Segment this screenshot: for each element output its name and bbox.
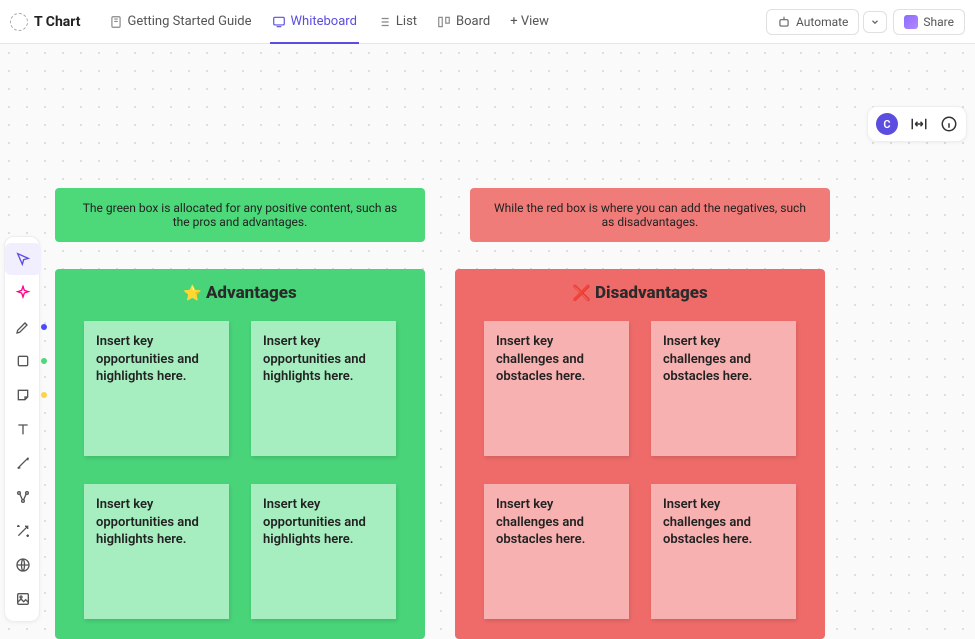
banner-negative-text: While the red box is where you can add t… [488, 201, 812, 229]
image-tool[interactable] [5, 583, 41, 615]
tab-board[interactable]: Board [427, 0, 500, 44]
tab-list[interactable]: List [367, 0, 427, 44]
connector-tool[interactable] [5, 447, 41, 479]
color-dot-green [41, 358, 47, 364]
banner-positive-text: The green box is allocated for any posit… [73, 201, 407, 229]
add-view-button[interactable]: + View [500, 0, 559, 44]
note-text: Insert key challenges and obstacles here… [663, 497, 752, 547]
note-text: Insert key opportunities and highlights … [263, 497, 366, 547]
tab-getting-started[interactable]: Getting Started Guide [99, 0, 262, 44]
shape-tool[interactable] [5, 345, 41, 377]
title-wrap: T Chart [10, 13, 81, 31]
text-icon [15, 421, 31, 437]
note-text: Insert key challenges and obstacles here… [496, 497, 585, 547]
sticky-note[interactable]: Insert key opportunities and highlights … [84, 321, 229, 456]
sticky-note[interactable]: Insert key challenges and obstacles here… [484, 484, 629, 619]
square-icon [15, 353, 31, 369]
pen-icon [15, 319, 31, 335]
disadvantages-title-text: Disadvantages [595, 283, 708, 303]
share-label: Share [923, 15, 954, 29]
relation-tool[interactable] [5, 481, 41, 513]
sparkle-icon [15, 285, 31, 301]
presence-avatar[interactable]: C [876, 113, 898, 135]
whiteboard-icon [272, 15, 286, 29]
sticky-note-tool[interactable] [5, 379, 41, 411]
sticky-note[interactable]: Insert key challenges and obstacles here… [484, 321, 629, 456]
note-text: Insert key opportunities and highlights … [96, 334, 199, 384]
sticky-note[interactable]: Insert key challenges and obstacles here… [651, 321, 796, 456]
advantages-notes-grid: Insert key opportunities and highlights … [55, 321, 425, 619]
advantages-title-text: Advantages [206, 283, 297, 303]
banner-negative[interactable]: While the red box is where you can add t… [470, 188, 830, 242]
sticky-note[interactable]: Insert key opportunities and highlights … [84, 484, 229, 619]
presence-toolbar: C [867, 106, 967, 142]
link-nodes-icon [15, 489, 31, 505]
color-dot-yellow [41, 392, 47, 398]
sticky-note[interactable]: Insert key opportunities and highlights … [251, 321, 396, 456]
page-title: T Chart [34, 14, 81, 30]
tab-label: List [396, 14, 417, 29]
cursor-icon [15, 251, 31, 267]
robot-icon [777, 15, 791, 29]
globe-icon [15, 557, 31, 573]
image-icon [15, 591, 31, 607]
left-toolbar [4, 236, 40, 622]
avatar-initial: C [883, 118, 890, 131]
pen-tool[interactable] [5, 311, 41, 343]
disadvantages-heading: ❌Disadvantages [455, 283, 825, 303]
ai-tool[interactable] [5, 515, 41, 547]
select-tool[interactable] [5, 243, 41, 275]
chevron-down-icon [870, 17, 880, 27]
doc-logo-icon [10, 13, 28, 31]
sticky-note[interactable]: Insert key challenges and obstacles here… [651, 484, 796, 619]
share-icon [904, 15, 918, 29]
whiteboard-canvas[interactable]: C The green box is allocated for any pos… [0, 44, 975, 638]
tab-label: Whiteboard [291, 14, 357, 29]
text-tool[interactable] [5, 413, 41, 445]
template-tool[interactable] [5, 277, 41, 309]
embed-tool[interactable] [5, 549, 41, 581]
list-icon [377, 15, 391, 29]
app-header: T Chart Getting Started Guide Whiteboard… [0, 0, 975, 44]
tab-label: Getting Started Guide [128, 14, 252, 29]
disadvantages-panel[interactable]: ❌Disadvantages Insert key challenges and… [455, 269, 825, 639]
board-icon [437, 15, 451, 29]
note-text: Insert key challenges and obstacles here… [663, 334, 752, 384]
cross-icon: ❌ [572, 284, 591, 302]
sticky-note[interactable]: Insert key opportunities and highlights … [251, 484, 396, 619]
advantages-heading: ⭐Advantages [55, 283, 425, 303]
share-button[interactable]: Share [893, 9, 965, 35]
sticky-note-icon [15, 387, 31, 403]
note-text: Insert key opportunities and highlights … [96, 497, 199, 547]
color-dot-blue [41, 324, 47, 330]
banner-positive[interactable]: The green box is allocated for any posit… [55, 188, 425, 242]
automate-label: Automate [796, 15, 848, 29]
magic-icon [15, 523, 31, 539]
tab-label: Board [456, 14, 490, 29]
info-icon[interactable] [940, 115, 958, 133]
note-text: Insert key opportunities and highlights … [263, 334, 366, 384]
connector-icon [15, 455, 31, 471]
tab-whiteboard[interactable]: Whiteboard [262, 0, 367, 44]
doc-icon [109, 15, 123, 29]
note-text: Insert key challenges and obstacles here… [496, 334, 585, 384]
automate-button[interactable]: Automate [766, 9, 859, 35]
add-view-label: + View [510, 14, 549, 29]
automate-dropdown[interactable] [863, 11, 887, 33]
advantages-panel[interactable]: ⭐Advantages Insert key opportunities and… [55, 269, 425, 639]
fit-width-icon[interactable] [910, 115, 928, 133]
disadvantages-notes-grid: Insert key challenges and obstacles here… [455, 321, 825, 619]
star-icon: ⭐ [183, 284, 202, 302]
